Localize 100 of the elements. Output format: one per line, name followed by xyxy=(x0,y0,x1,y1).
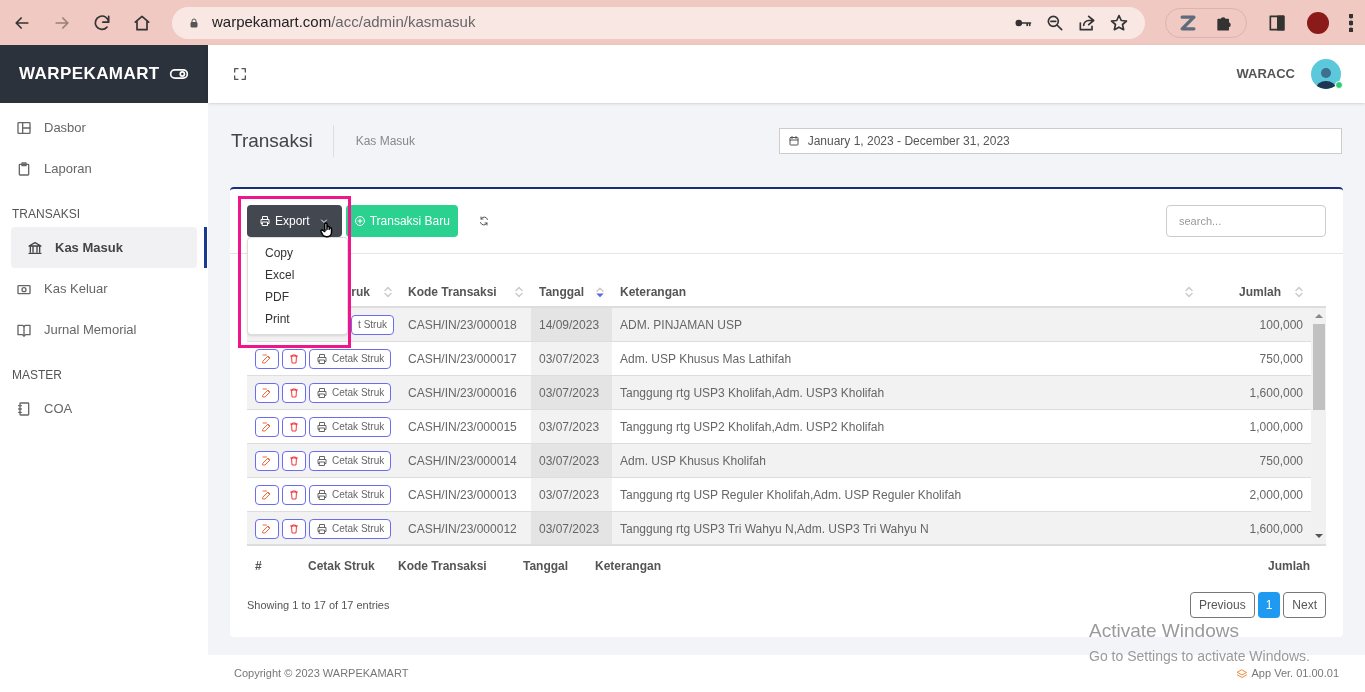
export-menu-item[interactable]: Excel xyxy=(248,264,347,286)
table-cell-text: 1,000,000 xyxy=(1248,418,1304,436)
table-cell-text: CASH/IN/23/000018 xyxy=(407,316,518,334)
table-cell-text: 1,600,000 xyxy=(1248,384,1304,402)
grid-icon xyxy=(16,119,32,136)
column-footer: Jumlah xyxy=(1268,559,1310,573)
delete-button[interactable] xyxy=(282,382,306,403)
table-cell-text: 2,000,000 xyxy=(1248,486,1304,504)
trash-icon xyxy=(288,386,300,399)
bank-icon xyxy=(27,239,43,256)
date-cell: 03/07/2023 xyxy=(531,342,612,375)
column-header[interactable]: ruk xyxy=(351,283,370,301)
column-footer: Cetak Struk xyxy=(308,559,375,573)
edit-icon xyxy=(261,454,273,467)
profile-avatar[interactable] xyxy=(1307,11,1329,34)
edit-button[interactable] xyxy=(255,382,279,403)
sidebar-item[interactable]: Kas Masuk xyxy=(11,227,197,268)
scroll-down-icon[interactable] xyxy=(1314,532,1323,540)
address-bar[interactable]: warpekamart.com/acc/admin/kasmasuk xyxy=(172,6,1145,39)
delete-button[interactable] xyxy=(282,518,306,539)
edit-button[interactable] xyxy=(255,450,279,471)
section-heading: MASTER xyxy=(11,367,63,384)
printer-icon xyxy=(316,488,328,501)
column-header[interactable]: Tanggal xyxy=(539,283,585,301)
column-footer: Kode Transaksi xyxy=(398,559,487,573)
edit-button[interactable] xyxy=(255,348,279,369)
edit-button[interactable] xyxy=(255,416,279,437)
user-avatar[interactable] xyxy=(1311,59,1341,89)
sidebar-item[interactable]: Jurnal Memorial xyxy=(0,309,208,350)
export-button[interactable]: Export xyxy=(247,205,342,237)
date-range-field[interactable]: January 1, 2023 - December 31, 2023 xyxy=(778,128,1342,154)
table-cell-text: 100,000 xyxy=(1258,316,1304,334)
printer-icon xyxy=(316,352,328,365)
share-icon xyxy=(1077,12,1097,33)
fullscreen-icon xyxy=(232,66,248,82)
export-menu-item[interactable]: Copy xyxy=(248,242,347,264)
print-receipt-button[interactable]: Cetak Struk xyxy=(309,518,392,539)
trash-icon xyxy=(288,522,300,535)
clipboard-icon xyxy=(16,160,32,177)
table-cell-text: CASH/IN/23/000014 xyxy=(407,452,518,470)
table-cell-text: Tanggung rtg USP3 Kholifah,Adm. USP3 Kholifah xyxy=(619,384,886,402)
trash-icon xyxy=(288,420,300,433)
star-icon xyxy=(1109,12,1129,33)
edit-icon xyxy=(261,352,273,365)
delete-button[interactable] xyxy=(282,348,306,369)
column-footer: Tanggal xyxy=(523,559,569,573)
print-receipt-button[interactable]: Cetak Struk xyxy=(309,450,392,471)
print-receipt-button[interactable]: Cetak Struk xyxy=(309,382,392,403)
table-cell-text: CASH/IN/23/000017 xyxy=(407,350,518,368)
print-receipt-button[interactable]: Cetak Struk xyxy=(309,348,392,369)
print-receipt-button[interactable]: t Struk xyxy=(351,314,394,335)
edit-button[interactable] xyxy=(255,484,279,505)
trash-icon xyxy=(288,352,300,365)
date-cell: 03/07/2023 xyxy=(531,478,612,511)
printer-icon xyxy=(316,454,328,467)
printer-icon xyxy=(316,522,328,535)
table-cell-text: ADM. PINJAMAN USP xyxy=(619,316,743,334)
table-cell-text: Tanggung rtg USP Reguler Kholifah,Adm. USP Reguler Kholifah xyxy=(619,486,963,504)
printer-icon xyxy=(259,215,271,227)
printer-icon xyxy=(316,420,328,433)
table-cell-text: Tanggung rtg USP3 Tri Wahyu N,Adm. USP3 Tri Wahyu N xyxy=(619,520,930,538)
plus-circle-icon xyxy=(353,215,366,227)
date-cell: 03/07/2023 xyxy=(531,376,612,409)
edit-icon xyxy=(261,488,273,501)
sidebar-item[interactable]: COA xyxy=(0,388,208,429)
column-header[interactable]: Kode Transaksi xyxy=(408,283,497,301)
column-header[interactable]: Keterangan xyxy=(620,283,687,301)
search-field[interactable]: search... xyxy=(1166,205,1326,237)
table-cell-text: CASH/IN/23/000013 xyxy=(407,486,518,504)
sidebar-item[interactable]: Laporan xyxy=(0,148,208,189)
page-button[interactable]: Previous xyxy=(1189,592,1255,618)
edit-icon xyxy=(261,522,273,535)
delete-button[interactable] xyxy=(282,450,306,471)
activation-notice-text: Go to Settings to activate Windows. xyxy=(1089,646,1310,666)
edit-button[interactable] xyxy=(255,518,279,539)
table-cell-text: Tanggung rtg USP2 Kholifah,Adm. USP2 Kholifah xyxy=(619,418,886,436)
edit-icon xyxy=(261,420,273,433)
layers-icon xyxy=(1235,667,1248,680)
notebook-icon xyxy=(16,400,32,417)
copyright-text: Copyright © 2023 WARPEKAMART xyxy=(234,666,409,682)
scroll-up-icon[interactable] xyxy=(1314,312,1323,320)
date-cell: 03/07/2023 xyxy=(531,512,612,544)
print-receipt-button[interactable]: Cetak Struk xyxy=(309,416,392,437)
edit-icon xyxy=(261,386,273,399)
delete-button[interactable] xyxy=(282,484,306,505)
sidebar-item[interactable]: Kas Keluar xyxy=(0,268,208,309)
delete-button[interactable] xyxy=(282,416,306,437)
sidebar-item[interactable]: Dasbor xyxy=(0,107,208,148)
version-text: App Ver. 01.00.01 xyxy=(1251,666,1339,682)
scrollbar[interactable] xyxy=(1311,308,1326,544)
page-title: Transaksi xyxy=(231,125,334,157)
print-receipt-button[interactable]: Cetak Struk xyxy=(309,484,392,505)
column-header[interactable]: Jumlah xyxy=(1239,283,1281,301)
export-menu-item[interactable]: PDF xyxy=(248,286,347,308)
page-button[interactable]: Next xyxy=(1283,592,1326,618)
export-menu-item[interactable]: Print xyxy=(248,308,347,330)
activation-notice-title: Activate Windows xyxy=(1089,619,1240,643)
column-footer: Keterangan xyxy=(595,559,662,573)
printer-icon xyxy=(316,386,328,399)
entries-info: Showing 1 to 17 of 17 entries xyxy=(247,597,390,613)
